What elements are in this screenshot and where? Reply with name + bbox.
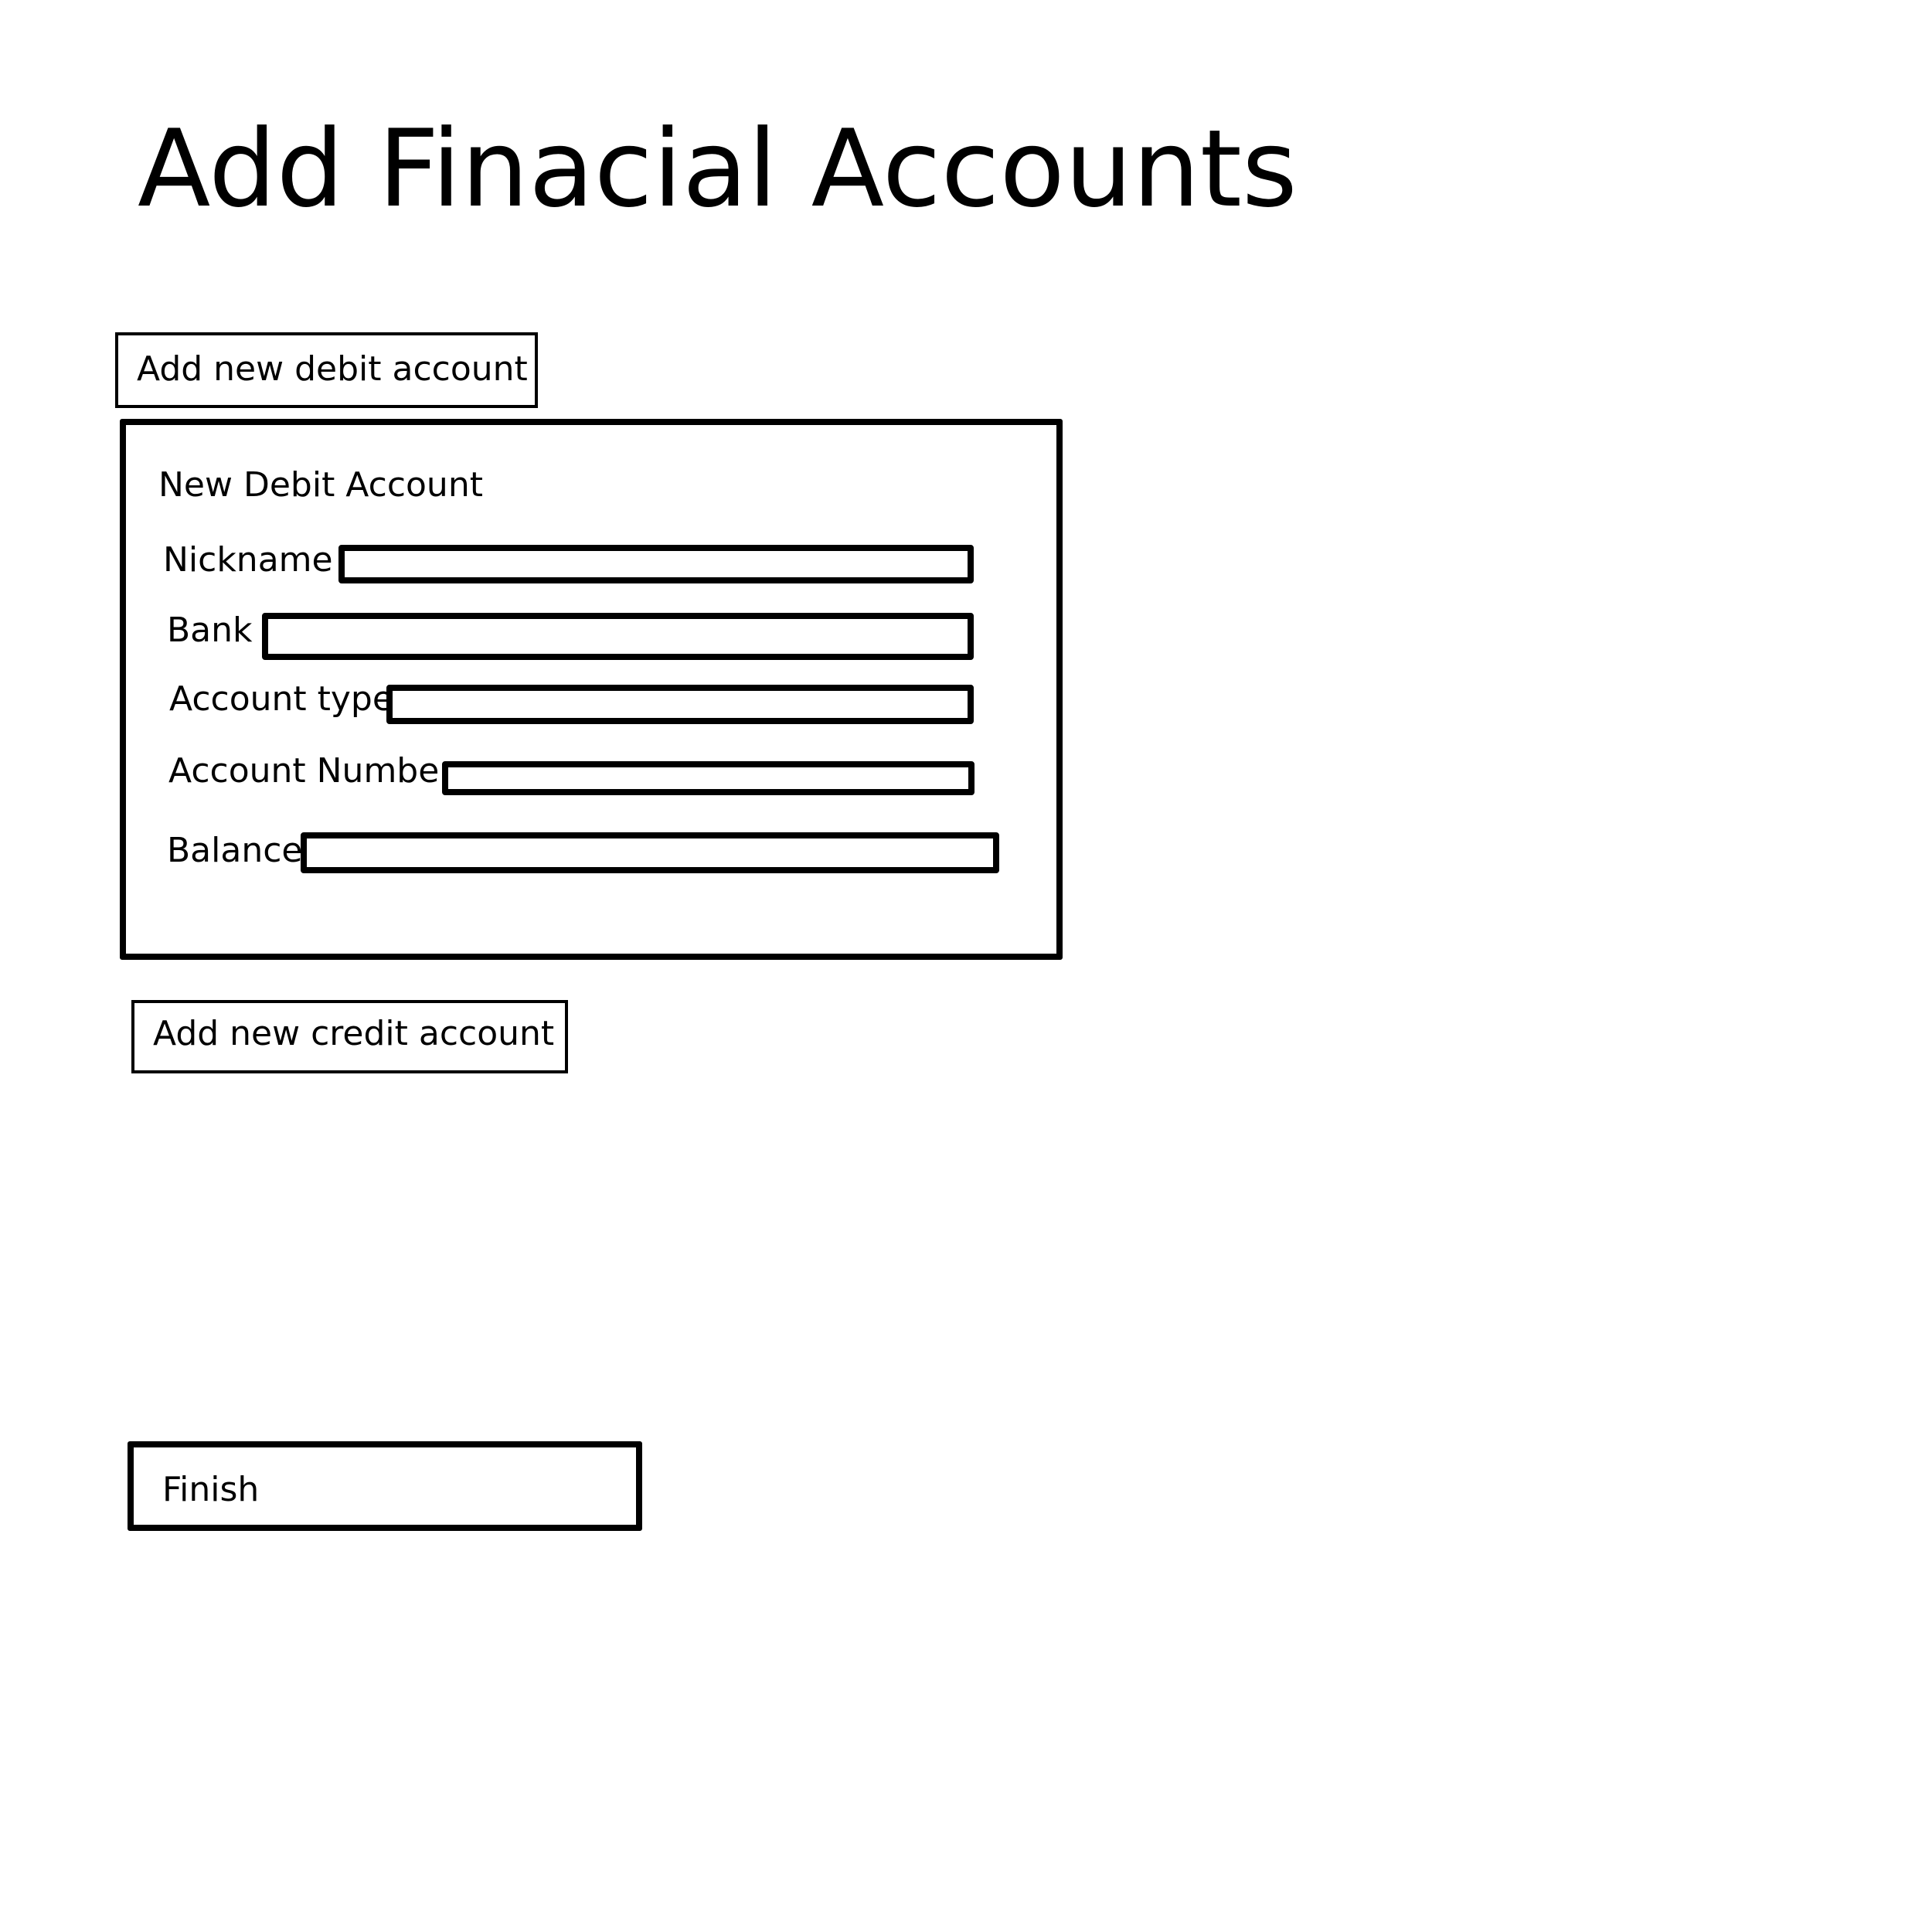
add-debit-account-button[interactable]: Add new debit account [115,332,538,408]
finish-button-label: Finish [162,1470,260,1509]
account-number-input[interactable] [442,761,975,795]
add-credit-account-button[interactable]: Add new credit account [131,1000,568,1073]
add-credit-account-button-label: Add new credit account [153,1014,555,1053]
bank-label: Bank [167,611,253,650]
account-type-input[interactable] [386,685,974,724]
new-debit-account-title: New Debit Account [158,465,483,505]
finish-button[interactable]: Finish [128,1441,642,1531]
bank-input[interactable] [262,613,974,660]
account-number-label: Account Number [168,751,454,791]
account-type-label: Account type [169,679,393,719]
balance-input[interactable] [301,832,999,873]
nickname-label: Nickname [163,540,333,580]
page-title: Add Finacial Accounts [138,107,1298,231]
balance-label: Balance [167,831,303,870]
nickname-input[interactable] [338,545,974,583]
add-debit-account-button-label: Add new debit account [137,349,528,389]
